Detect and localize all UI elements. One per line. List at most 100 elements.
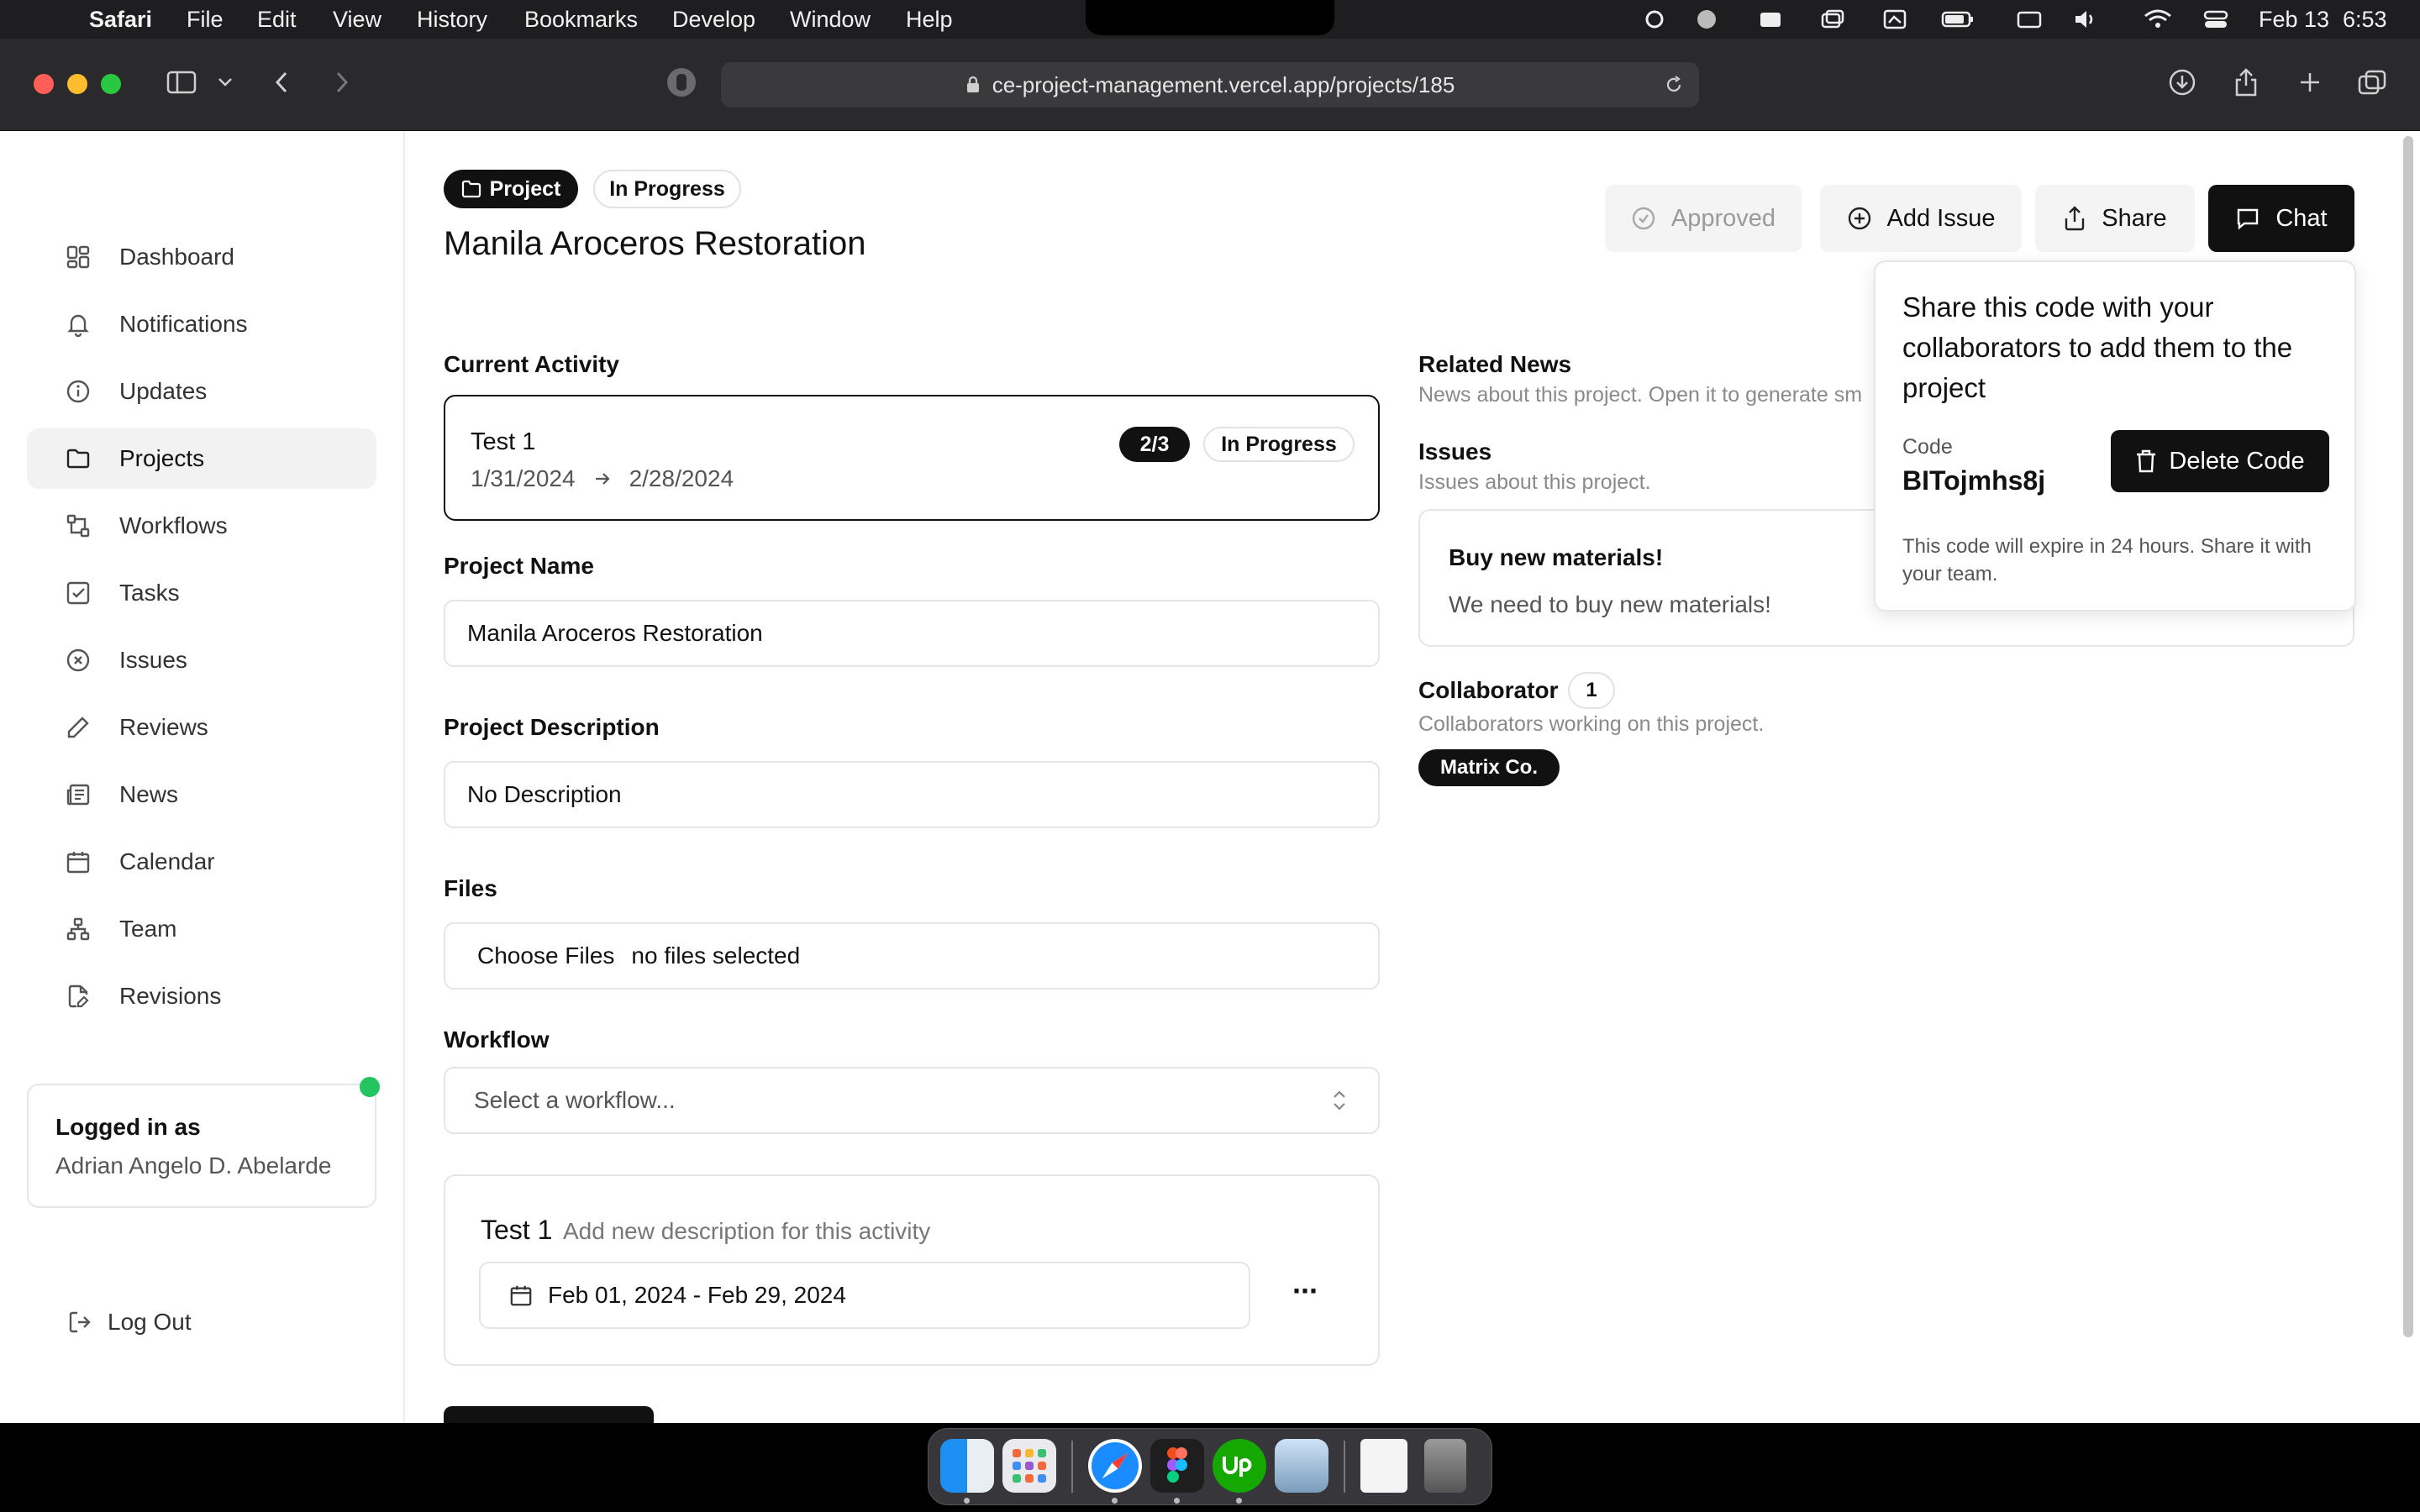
back-icon[interactable] (260, 64, 302, 101)
sidebar-item-issues[interactable]: Issues (27, 630, 376, 690)
current-activity-card[interactable]: Test 1 1/31/2024 2/28/2024 2/3 In Progre… (444, 395, 1380, 521)
launchpad-icon[interactable] (1002, 1439, 1056, 1493)
menu-edit[interactable]: Edit (257, 7, 297, 33)
page-scrollbar[interactable] (2403, 136, 2413, 1337)
screen-icon[interactable] (1882, 8, 1907, 30)
forward-icon[interactable] (321, 64, 363, 101)
code-expiry-note: This code will expire in 24 hours. Share… (1902, 535, 2312, 585)
share-sheet-icon[interactable] (2225, 64, 2267, 101)
window-zoom-button[interactable] (101, 74, 121, 94)
sidebar-item-calendar[interactable]: Calendar (27, 832, 376, 892)
keyboard-icon[interactable] (2017, 8, 2042, 30)
sidebar-item-label: News (119, 781, 179, 807)
approved-label: Approved (1670, 204, 1776, 232)
share-code-value: BITojmhs8j (1902, 465, 2046, 496)
menu-develop[interactable]: Develop (672, 7, 755, 33)
menu-time[interactable]: 6:53 (2343, 7, 2387, 33)
new-tab-icon[interactable] (2289, 64, 2331, 101)
files-input[interactable]: Choose Files no files selected (444, 922, 1380, 990)
logout-icon (69, 1311, 91, 1333)
add-issue-button[interactable]: Add Issue (1820, 185, 2022, 252)
sidebar-item-label: Reviews (119, 714, 208, 740)
menu-date[interactable]: Feb 13 (2259, 7, 2329, 33)
collaborator-chip[interactable]: Matrix Co. (1418, 749, 1560, 786)
window-minimize-button[interactable] (67, 74, 87, 94)
sidebar-item-label: Projects (119, 445, 205, 471)
sidebar-item-team[interactable]: Team (27, 899, 376, 959)
menu-help[interactable]: Help (906, 7, 953, 33)
check-circle-icon (1632, 207, 1655, 230)
calendar-icon (510, 1285, 532, 1306)
sidebar-item-projects[interactable]: Projects (27, 428, 376, 489)
delete-code-label: Delete Code (2169, 447, 2305, 475)
date-range-picker[interactable]: Feb 01, 2024 - Feb 29, 2024 (479, 1262, 1250, 1329)
project-description-input[interactable]: No Description (444, 761, 1380, 828)
activity-description-input[interactable]: Add new description for this activity (563, 1218, 930, 1245)
menu-bookmarks[interactable]: Bookmarks (524, 7, 638, 33)
chat-button[interactable]: Chat (2208, 185, 2354, 252)
camera-notch (1086, 0, 1334, 35)
calendar-icon (64, 848, 92, 876)
battery-icon[interactable] (1941, 8, 1975, 30)
safari-icon[interactable] (1088, 1439, 1142, 1493)
chat-icon (2238, 208, 2259, 230)
more-options-button[interactable]: ··· (1292, 1273, 1319, 1309)
project-name-input[interactable]: Manila Aroceros Restoration (444, 600, 1380, 667)
mac-dock (928, 1428, 1492, 1505)
wifi-icon[interactable] (2143, 8, 2173, 30)
window-close-button[interactable] (34, 74, 54, 94)
sidebar-item-updates[interactable]: Updates (27, 361, 376, 422)
sidebar-item-label: Dashboard (119, 244, 234, 270)
sidebar-item-dashboard[interactable]: Dashboard (27, 227, 376, 287)
address-bar[interactable]: ce-project-management.vercel.app/project… (721, 62, 1699, 108)
choose-files-button[interactable]: Choose Files (477, 942, 614, 969)
figma-status-icon[interactable] (1642, 8, 1667, 30)
activity-end-date: 2/28/2024 (629, 465, 734, 491)
clapper-icon[interactable] (1758, 8, 1783, 30)
downloads-icon[interactable] (2161, 64, 2203, 101)
delete-code-button[interactable]: Delete Code (2111, 430, 2329, 492)
document-thumbnail-icon[interactable] (1360, 1439, 1407, 1493)
control-center-icon[interactable] (2203, 8, 2228, 30)
chat-label: Chat (2275, 204, 2328, 232)
preview-icon[interactable] (1275, 1439, 1328, 1493)
privacy-hand-icon[interactable] (660, 64, 702, 101)
menu-app-name[interactable]: Safari (89, 7, 152, 33)
menu-history[interactable]: History (417, 7, 487, 33)
newspaper-icon (64, 780, 92, 809)
activity-start-date: 1/31/2024 (471, 465, 576, 491)
workflow-select[interactable]: Select a workflow... (444, 1067, 1380, 1134)
sidebar-item-reviews[interactable]: Reviews (27, 697, 376, 758)
logged-in-label: Logged in as (55, 1114, 201, 1140)
related-news-heading: Related News (1418, 351, 1572, 377)
approved-button[interactable]: Approved (1605, 185, 1802, 252)
save-button-partial[interactable] (444, 1406, 654, 1423)
volume-icon[interactable] (2072, 8, 2097, 30)
sidebar-item-revisions[interactable]: Revisions (27, 966, 376, 1026)
window-stack-icon[interactable] (1820, 8, 1845, 30)
sidebar-toggle-icon[interactable] (158, 64, 205, 101)
share-button[interactable]: Share (2035, 185, 2195, 252)
menu-file[interactable]: File (187, 7, 224, 33)
figma-icon[interactable] (1150, 1439, 1204, 1493)
app-status-icon[interactable] (1694, 8, 1719, 30)
chevron-down-icon[interactable] (210, 64, 240, 101)
trash-bin-icon[interactable] (1424, 1439, 1466, 1493)
share-code-popover: Share this code with your collaborators … (1874, 260, 2356, 612)
logout-button[interactable]: Log Out (67, 1305, 192, 1339)
activity-editor-name: Test 1 (481, 1215, 553, 1245)
pencil-icon (64, 713, 92, 742)
tab-overview-icon[interactable] (2351, 64, 2393, 101)
menu-view[interactable]: View (333, 7, 381, 33)
upwork-icon[interactable] (1213, 1439, 1266, 1493)
menu-window[interactable]: Window (790, 7, 871, 33)
finder-icon[interactable] (940, 1439, 994, 1493)
sidebar-item-workflows[interactable]: Workflows (27, 496, 376, 556)
sidebar-item-tasks[interactable]: Tasks (27, 563, 376, 623)
reload-icon[interactable] (1664, 75, 1684, 95)
sidebar-item-news[interactable]: News (27, 764, 376, 825)
project-description-label: Project Description (444, 714, 660, 740)
sidebar-item-notifications[interactable]: Notifications (27, 294, 376, 354)
current-activity-heading: Current Activity (444, 351, 620, 377)
issues-heading: Issues (1418, 438, 1492, 465)
